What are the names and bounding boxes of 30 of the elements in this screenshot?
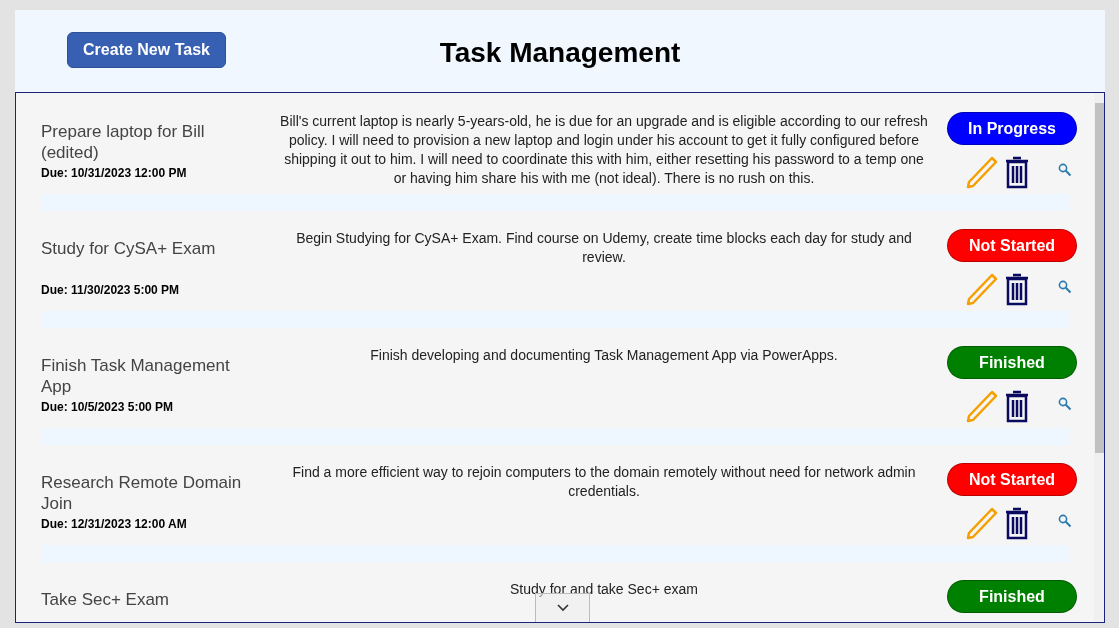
trash-icon[interactable]: [1004, 506, 1030, 540]
task-description: Bill's current laptop is nearly 5-years-old, he is due for an upgrade and is eligible according to our refresh policy. I will need to provision a new laptop and login under his account to get it fully configured before shipping it out to him. I will need to coordinate this with him, either resetting his password to a temp one or having him share his with me (not ideal). There is no rush on this.: [280, 112, 928, 188]
status-badge: Not Started: [947, 229, 1077, 262]
status-badge: Not Started: [947, 463, 1077, 496]
status-badge: In Progress: [947, 112, 1077, 145]
search-icon[interactable]: [1058, 280, 1072, 294]
task-description: Find a more efficient way to rejoin computers to the domain remotely without need for network admin credentials.: [291, 463, 917, 501]
status-badge: Finished: [947, 580, 1077, 613]
search-icon[interactable]: [1058, 163, 1072, 177]
task-title: Finish Task Management App: [41, 355, 231, 397]
trash-icon[interactable]: [1004, 389, 1030, 423]
trash-icon[interactable]: [1004, 155, 1030, 189]
due-date: Due: 10/5/2023 5:00 PM: [41, 399, 175, 416]
page-title: Task Management: [438, 36, 682, 70]
create-task-button[interactable]: Create New Task: [67, 32, 226, 68]
search-icon[interactable]: [1058, 514, 1072, 528]
status-badge: Finished: [947, 346, 1077, 379]
task-description: Finish developing and documenting Task Management App via PowerApps.: [369, 346, 839, 365]
task-description: Begin Studying for CySA+ Exam. Find course on Udemy, create time blocks each day for study and review.: [295, 229, 913, 267]
scrollbar[interactable]: [1094, 93, 1104, 622]
due-date: Due: 11/30/2023 5:00 PM: [41, 282, 181, 299]
trash-icon[interactable]: [1004, 272, 1030, 306]
task-title: Take Sec+ Exam: [41, 589, 171, 610]
task-title: Prepare laptop for Bill (edited): [41, 121, 206, 163]
task-title: Study for CySA+ Exam: [41, 238, 217, 259]
task-title: Research Remote Domain Join: [41, 472, 243, 514]
chevron-down-icon: [556, 604, 569, 612]
due-date: Due: 12/31/2023 12:00 AM: [41, 516, 188, 533]
search-icon[interactable]: [1058, 397, 1072, 411]
due-date: Due: 10/31/2023 12:00 PM: [41, 165, 188, 182]
